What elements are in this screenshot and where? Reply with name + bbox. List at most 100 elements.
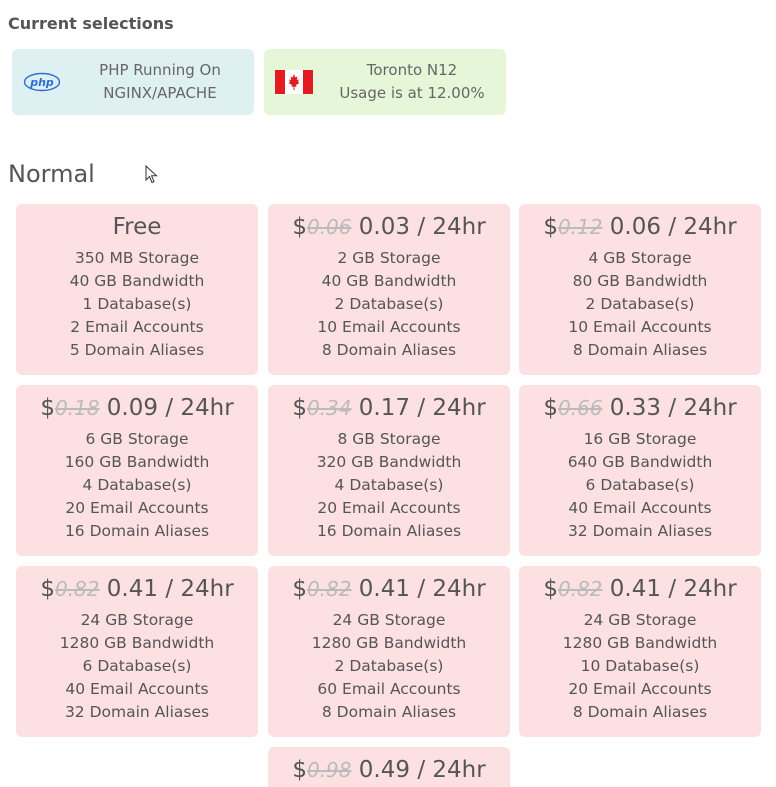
plan-storage: 2 GB Storage [337,249,441,267]
canada-flag-icon [264,70,324,94]
plan-storage: 350 MB Storage [74,249,200,267]
plan-bandwidth: 1280 GB Bandwidth [311,634,467,652]
plan-email-accounts: 2 Email Accounts [70,318,204,336]
plan-old-price: 0.12 [557,215,603,239]
location-selection-card[interactable]: Toronto N12 Usage is at 12.00% [264,49,506,115]
plan-storage: 24 GB Storage [583,611,697,629]
plan-domain-aliases: 16 Domain Aliases [316,522,462,540]
plan-price: $0.82 0.41 / 24hr [16,574,258,604]
plan-card-3[interactable]: $0.12 0.06 / 24hr 4 GB Storage 80 GB Ban… [519,204,761,375]
plan-card-1[interactable]: Free 350 MB Storage 40 GB Bandwidth 1 Da… [16,204,258,375]
plan-new-price: 0.41 / 24hr [358,576,486,602]
plan-storage: 6 GB Storage [85,430,189,448]
plan-currency: $ [543,395,558,421]
plan-features: 24 GB Storage 1280 GB Bandwidth 6 Databa… [16,609,258,724]
plan-price: $0.82 0.41 / 24hr [268,574,510,604]
php-logo-text: php [29,76,54,89]
plan-bandwidth: 40 GB Bandwidth [321,272,457,290]
plan-currency: $ [40,395,55,421]
plan-storage: 4 GB Storage [588,249,692,267]
plan-databases: 4 Database(s) [334,476,444,494]
plan-card-8[interactable]: $0.82 0.41 / 24hr 24 GB Storage 1280 GB … [268,566,510,737]
plan-card-5[interactable]: $0.34 0.17 / 24hr 8 GB Storage 320 GB Ba… [268,385,510,556]
plan-price: $0.06 0.03 / 24hr [268,212,510,242]
plan-old-price: 0.06 [306,215,352,239]
plan-currency: $ [292,214,307,240]
plan-bandwidth: 80 GB Bandwidth [572,272,708,290]
plan-price: $0.98 0.49 / 24hr [268,755,510,785]
plan-bandwidth: 1280 GB Bandwidth [562,634,718,652]
plan-new-price: 0.41 / 24hr [106,576,234,602]
plan-email-accounts: 10 Email Accounts [568,318,712,336]
plan-free-label: Free [112,214,162,240]
plan-domain-aliases: 8 Domain Aliases [572,341,708,359]
plan-currency: $ [292,395,307,421]
plan-card-6[interactable]: $0.66 0.33 / 24hr 16 GB Storage 640 GB B… [519,385,761,556]
plan-new-price: 0.33 / 24hr [609,395,737,421]
current-selections-heading: Current selections [8,14,174,33]
php-selection-card[interactable]: php PHP Running On NGINX/APACHE [12,49,254,115]
plan-currency: $ [292,576,307,602]
plan-old-price: 0.66 [557,396,603,420]
plan-databases: 10 Database(s) [580,657,700,675]
plan-old-price: 0.34 [306,396,352,420]
plan-bandwidth: 640 GB Bandwidth [567,453,713,471]
plan-databases: 1 Database(s) [82,295,192,313]
plan-old-price: 0.98 [306,758,352,782]
plan-email-accounts: 20 Email Accounts [65,499,209,517]
plan-currency: $ [543,576,558,602]
plan-card-10[interactable]: $0.98 0.49 / 24hr [268,747,510,787]
php-selection-line2: NGINX/APACHE [103,84,217,102]
plan-email-accounts: 40 Email Accounts [65,680,209,698]
plan-bandwidth: 1280 GB Bandwidth [59,634,215,652]
plan-features: 24 GB Storage 1280 GB Bandwidth 10 Datab… [519,609,761,724]
plan-new-price: 0.17 / 24hr [358,395,486,421]
plan-old-price: 0.82 [306,577,352,601]
plan-old-price: 0.18 [54,396,100,420]
plan-new-price: 0.49 / 24hr [358,757,486,783]
plan-old-price: 0.82 [54,577,100,601]
plan-features: 24 GB Storage 1280 GB Bandwidth 2 Databa… [268,609,510,724]
plan-email-accounts: 60 Email Accounts [317,680,461,698]
plan-domain-aliases: 32 Domain Aliases [567,522,713,540]
plan-features: 2 GB Storage 40 GB Bandwidth 2 Database(… [268,247,510,362]
plan-price: $0.34 0.17 / 24hr [268,393,510,423]
plan-databases: 2 Database(s) [585,295,695,313]
plan-databases: 6 Database(s) [82,657,192,675]
plan-card-7[interactable]: $0.82 0.41 / 24hr 24 GB Storage 1280 GB … [16,566,258,737]
plan-old-price: 0.82 [557,577,603,601]
plan-card-4[interactable]: $0.18 0.09 / 24hr 6 GB Storage 160 GB Ba… [16,385,258,556]
plan-currency: $ [292,757,307,783]
plan-domain-aliases: 8 Domain Aliases [321,703,457,721]
plan-new-price: 0.06 / 24hr [609,214,737,240]
plan-storage: 24 GB Storage [332,611,446,629]
plan-storage: 16 GB Storage [583,430,697,448]
plan-bandwidth: 320 GB Bandwidth [316,453,462,471]
plan-currency: $ [543,214,558,240]
location-selection-text: Toronto N12 Usage is at 12.00% [324,59,506,105]
location-selection-line1: Toronto N12 [366,61,458,79]
plan-price: Free [16,212,258,242]
plan-features: 350 MB Storage 40 GB Bandwidth 1 Databas… [16,247,258,362]
plan-price: $0.82 0.41 / 24hr [519,574,761,604]
plan-storage: 24 GB Storage [80,611,194,629]
plan-storage: 8 GB Storage [337,430,441,448]
section-title: Normal [8,160,95,188]
plan-email-accounts: 40 Email Accounts [568,499,712,517]
php-selection-text: PHP Running On NGINX/APACHE [72,59,254,105]
plan-new-price: 0.09 / 24hr [106,395,234,421]
plan-price: $0.12 0.06 / 24hr [519,212,761,242]
plan-databases: 6 Database(s) [585,476,695,494]
plan-card-2[interactable]: $0.06 0.03 / 24hr 2 GB Storage 40 GB Ban… [268,204,510,375]
plan-bandwidth: 160 GB Bandwidth [64,453,210,471]
plan-features: 16 GB Storage 640 GB Bandwidth 6 Databas… [519,428,761,543]
plan-databases: 4 Database(s) [82,476,192,494]
plan-domain-aliases: 8 Domain Aliases [321,341,457,359]
plan-card-9[interactable]: $0.82 0.41 / 24hr 24 GB Storage 1280 GB … [519,566,761,737]
plan-bandwidth: 40 GB Bandwidth [69,272,205,290]
plan-features: 8 GB Storage 320 GB Bandwidth 4 Database… [268,428,510,543]
plan-features: 4 GB Storage 80 GB Bandwidth 2 Database(… [519,247,761,362]
plan-domain-aliases: 32 Domain Aliases [64,703,210,721]
plan-email-accounts: 20 Email Accounts [317,499,461,517]
plan-domain-aliases: 5 Domain Aliases [69,341,205,359]
